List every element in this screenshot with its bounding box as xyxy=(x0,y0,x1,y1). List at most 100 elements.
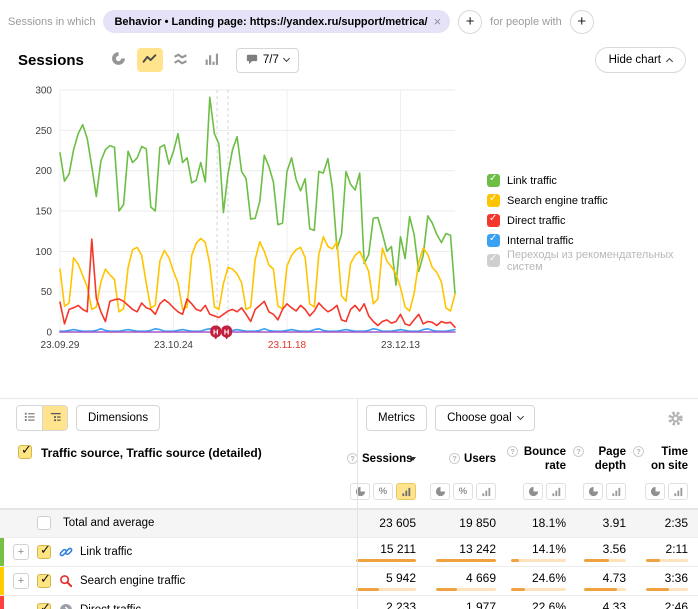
column-header-page-depth[interactable]: ?Page depth xyxy=(573,445,626,474)
direct-arrow-icon xyxy=(59,603,73,609)
metric-bar xyxy=(436,588,496,591)
stacked-chart-icon xyxy=(173,52,188,69)
checkbox-icon[interactable] xyxy=(37,574,51,588)
series-color-stripe xyxy=(0,596,4,609)
expand-button[interactable]: + xyxy=(13,573,29,589)
chevron-down-icon xyxy=(517,413,524,420)
cell-page-depth: 3.91 xyxy=(603,516,626,530)
list-view-button[interactable] xyxy=(17,406,42,430)
line-chart-icon xyxy=(142,52,157,69)
checkbox-icon[interactable] xyxy=(37,545,51,559)
plus-icon: + xyxy=(466,13,475,30)
svg-text:300: 300 xyxy=(35,86,52,97)
cell-bounce-rate: 18.1% xyxy=(532,516,566,530)
legend-item-search-engine-traffic[interactable]: Search engine traffic xyxy=(487,194,698,207)
dimensions-button[interactable]: Dimensions xyxy=(76,405,160,431)
link-icon xyxy=(59,545,73,559)
svg-text:50: 50 xyxy=(41,287,53,298)
checkbox-icon xyxy=(487,214,500,227)
help-icon[interactable]: ? xyxy=(573,446,584,457)
series-visibility-dropdown[interactable]: 7/7 xyxy=(236,48,299,73)
row-label[interactable]: Search engine traffic xyxy=(80,575,185,587)
cell-page-depth: 4.73 xyxy=(603,571,626,585)
column-header-users[interactable]: ?Users xyxy=(449,452,496,466)
svg-text:H: H xyxy=(213,328,218,337)
filter-prefix-label: Sessions in which xyxy=(8,16,95,28)
view-toggle-group xyxy=(16,405,68,431)
bars-metric-toggle[interactable] xyxy=(606,483,626,500)
svg-text:200: 200 xyxy=(35,166,52,177)
expand-button[interactable]: + xyxy=(13,544,29,560)
filter-chip[interactable]: Behavior • Landing page: https://yandex.… xyxy=(103,10,450,33)
cell-page-depth: 3.56 xyxy=(603,542,626,556)
donut-chart-type-button[interactable] xyxy=(106,48,132,72)
cell-time-on-site: 3:36 xyxy=(665,571,688,585)
bars-metric-toggle[interactable] xyxy=(668,483,688,500)
row-label[interactable]: Link traffic xyxy=(80,546,132,558)
add-session-condition-button[interactable]: + xyxy=(458,10,482,34)
percent-metric-toggle[interactable]: % xyxy=(453,483,473,500)
cell-sessions: 2 233 xyxy=(386,600,416,609)
cell-users: 1 977 xyxy=(466,600,496,609)
hide-chart-button[interactable]: Hide chart xyxy=(595,47,686,73)
bars-metric-toggle[interactable] xyxy=(396,483,416,500)
table-row-search-engine-traffic: + Search engine traffic 5 942 4 669 24.6… xyxy=(0,567,698,596)
svg-text:100: 100 xyxy=(35,247,52,258)
svg-text:23.12.13: 23.12.13 xyxy=(381,340,420,351)
legend-item-internal-traffic[interactable]: Internal traffic xyxy=(487,234,698,247)
add-people-condition-button[interactable]: + xyxy=(570,10,594,34)
cell-sessions: 5 942 xyxy=(386,571,416,585)
row-label[interactable]: Direct traffic xyxy=(80,604,141,609)
line-chart-type-button[interactable] xyxy=(137,48,163,72)
cell-page-depth: 4.33 xyxy=(603,600,626,609)
column-header-bounce-rate[interactable]: ?Bounce rate xyxy=(507,445,566,474)
tree-view-icon xyxy=(49,410,62,426)
stacked-chart-type-button[interactable] xyxy=(168,48,194,72)
table-row-total: Total and average 23 605 19 850 18.1% 3.… xyxy=(0,509,698,538)
metrics-button[interactable]: Metrics xyxy=(366,405,427,431)
cell-sessions: 23 605 xyxy=(379,516,416,530)
bars-metric-toggle[interactable] xyxy=(546,483,566,500)
bar-chart-type-button[interactable] xyxy=(199,48,225,72)
filter-chip-text: Behavior • Landing page: https://yandex.… xyxy=(114,16,427,28)
pie-metric-toggle[interactable] xyxy=(645,483,665,500)
help-icon[interactable]: ? xyxy=(633,446,644,457)
metric-bar xyxy=(584,588,626,591)
svg-text:150: 150 xyxy=(35,207,52,218)
bars-metric-toggle[interactable] xyxy=(476,483,496,500)
table-row-link-traffic: + Link traffic 15 211 13 242 14.1% 3.56 … xyxy=(0,538,698,567)
report-table: Dimensions Metrics Choose goal Traffic s… xyxy=(0,398,698,609)
metric-bar xyxy=(511,559,566,562)
pie-metric-toggle[interactable] xyxy=(430,483,450,500)
page-title: Sessions xyxy=(18,52,84,69)
checkbox-icon[interactable] xyxy=(37,516,51,530)
gear-icon[interactable] xyxy=(667,410,684,427)
checkbox-icon xyxy=(487,234,500,247)
row-label: Total and average xyxy=(63,517,154,529)
chart-area: 05010015020025030023.09.2923.10.2423.11.… xyxy=(0,76,698,364)
percent-metric-toggle[interactable]: % xyxy=(373,483,393,500)
bar-chart-icon xyxy=(204,52,219,69)
cell-bounce-rate: 24.6% xyxy=(532,571,566,585)
help-icon[interactable]: ? xyxy=(449,453,460,464)
plus-icon: + xyxy=(577,13,586,30)
pie-metric-toggle[interactable] xyxy=(523,483,543,500)
metric-bar xyxy=(584,559,626,562)
choose-goal-dropdown[interactable]: Choose goal xyxy=(435,405,535,431)
tree-view-button[interactable] xyxy=(42,406,67,430)
table-header: Traffic source, Traffic source (detailed… xyxy=(0,437,698,509)
checkbox-icon xyxy=(487,254,500,267)
legend-item-link-traffic[interactable]: Link traffic xyxy=(487,174,698,187)
legend-item-direct-traffic[interactable]: Direct traffic xyxy=(487,214,698,227)
svg-text:250: 250 xyxy=(35,126,52,137)
legend-item-recommendation-systems[interactable]: Переходы из рекомендательных систем xyxy=(487,254,698,267)
checkbox-select-all[interactable] xyxy=(18,445,32,459)
sessions-line-chart: 05010015020025030023.09.2923.10.2423.11.… xyxy=(8,76,470,356)
column-header-time-on-site[interactable]: ?Time on site xyxy=(633,445,688,474)
close-icon[interactable]: × xyxy=(434,15,442,28)
checkbox-icon[interactable] xyxy=(37,603,51,609)
pie-metric-toggle[interactable] xyxy=(583,483,603,500)
help-icon[interactable]: ? xyxy=(507,446,518,457)
dimension-header-label[interactable]: Traffic source, Traffic source (detailed… xyxy=(41,445,262,460)
comment-icon xyxy=(246,53,258,68)
